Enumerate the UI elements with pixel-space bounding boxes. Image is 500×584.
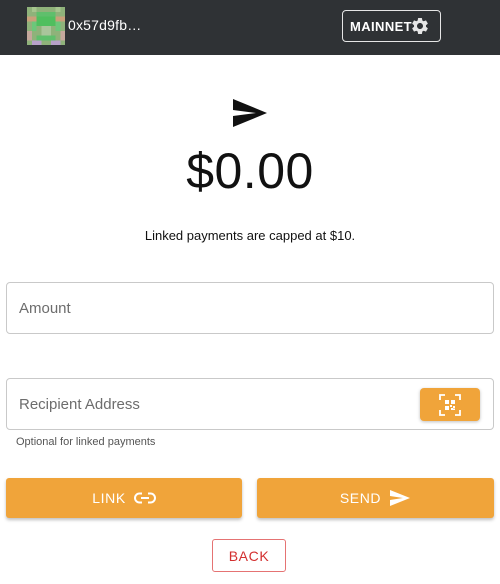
recipient-address-input[interactable] bbox=[19, 379, 409, 429]
identicon-image bbox=[27, 7, 65, 45]
identicon-avatar[interactable] bbox=[27, 7, 65, 45]
wallet-address[interactable]: 0x57d9fb… bbox=[68, 17, 141, 33]
send-arrow-icon bbox=[233, 99, 267, 127]
top-bar: 0x57d9fb… MAINNET bbox=[0, 0, 500, 55]
send-button-label: SEND bbox=[339, 490, 382, 506]
send-arrow-icon bbox=[389, 489, 411, 507]
link-button[interactable]: LINK bbox=[6, 478, 242, 518]
link-icon bbox=[133, 492, 156, 504]
qr-scan-button[interactable] bbox=[420, 388, 480, 421]
recipient-address-field[interactable] bbox=[6, 378, 494, 430]
recipient-helper-text: Optional for linked payments bbox=[16, 436, 156, 448]
amount-input[interactable] bbox=[19, 283, 409, 333]
gear-icon bbox=[412, 17, 428, 34]
network-label: MAINNET bbox=[350, 18, 413, 34]
back-button[interactable]: BACK bbox=[212, 539, 286, 572]
qr-scan-icon bbox=[439, 393, 461, 416]
amount-field[interactable] bbox=[6, 282, 494, 334]
back-button-label: BACK bbox=[228, 547, 270, 564]
send-button[interactable]: SEND bbox=[257, 478, 494, 518]
balance-display: $0.00 bbox=[186, 143, 314, 199]
linked-payment-cap-note: Linked payments are capped at $10. bbox=[144, 228, 356, 243]
link-button-label: LINK bbox=[92, 490, 126, 506]
network-settings-button[interactable]: MAINNET bbox=[342, 10, 441, 42]
